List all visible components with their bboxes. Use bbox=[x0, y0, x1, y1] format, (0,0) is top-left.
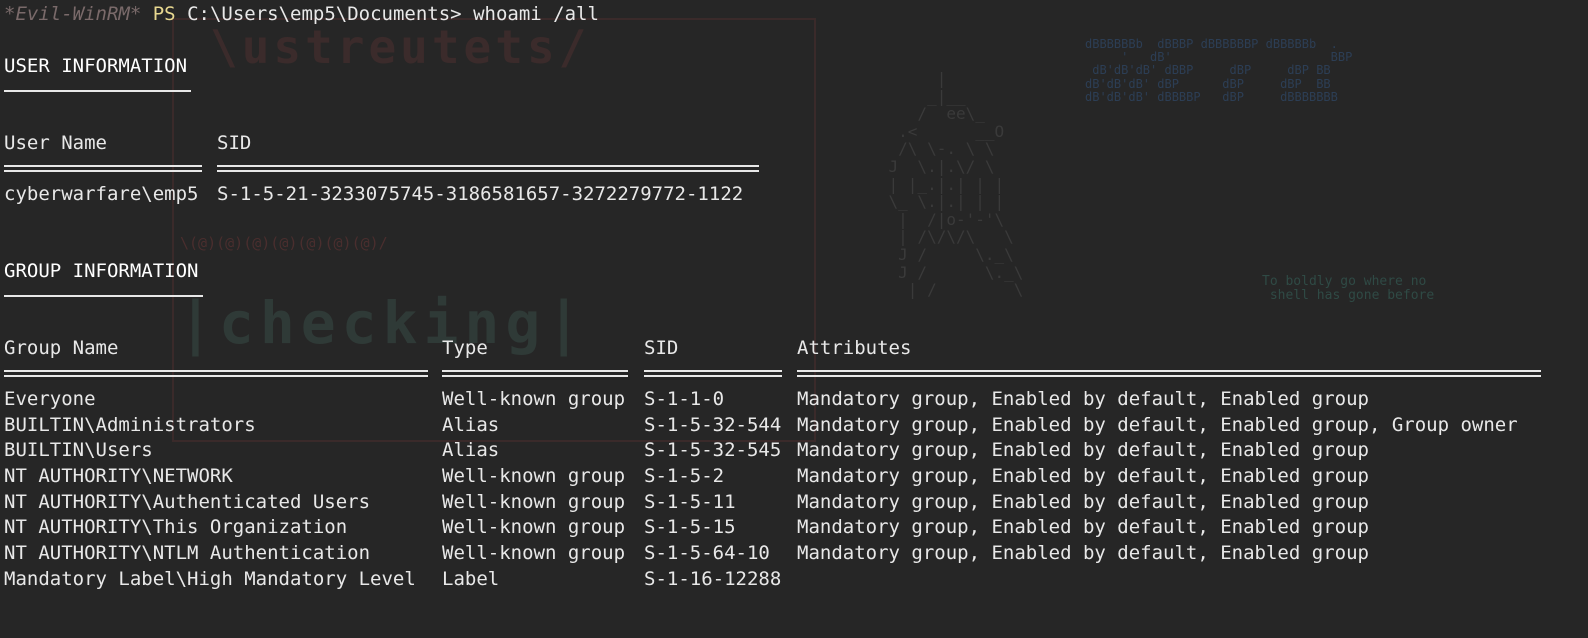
group-sid: S-1-16-12288 bbox=[644, 568, 782, 590]
group-sid: S-1-5-32-544 bbox=[644, 414, 782, 436]
group-sid: S-1-5-2 bbox=[644, 465, 725, 487]
group-name: NT AUTHORITY\Authenticated Users bbox=[4, 491, 371, 513]
group-info-title-underline bbox=[4, 295, 203, 297]
group-attributes: Mandatory group, Enabled by default, Ena… bbox=[797, 516, 1369, 538]
group-name: Mandatory Label\High Mandatory Level bbox=[4, 568, 416, 590]
group-table-header-type: Type bbox=[442, 337, 488, 359]
group-name: NT AUTHORITY\NTLM Authentication bbox=[4, 542, 371, 564]
group-sid: S-1-5-15 bbox=[644, 516, 736, 538]
wallpaper-banner-art: \ustreutets/ bbox=[210, 20, 591, 74]
user-table-header-username: User Name bbox=[4, 132, 107, 154]
group-name: NT AUTHORITY\NETWORK bbox=[4, 465, 233, 487]
wallpaper-frame bbox=[172, 18, 816, 442]
group-attributes: Mandatory group, Enabled by default, Ena… bbox=[797, 414, 1518, 436]
group-type: Alias bbox=[442, 414, 500, 436]
group-type: Well-known group bbox=[442, 516, 626, 538]
group-sid: S-1-5-32-545 bbox=[644, 439, 782, 461]
group-attributes: Mandatory group, Enabled by default, Ena… bbox=[797, 491, 1369, 513]
group-attributes: Mandatory group, Enabled by default, Ena… bbox=[797, 465, 1369, 487]
wallpaper-figure-art: | _|__ / ee\_ .< __O /\ \-. \ \ J \.|.\/… bbox=[888, 69, 1024, 300]
group-type: Well-known group bbox=[442, 491, 626, 513]
prompt-shell-name: *Evil-WinRM* bbox=[4, 3, 142, 25]
group-sid: S-1-5-64-10 bbox=[644, 542, 770, 564]
group-table-rule-attributes bbox=[797, 370, 1541, 377]
prompt-path: C:\Users\emp5\Documents> bbox=[187, 3, 462, 25]
group-table-rule-type bbox=[442, 370, 628, 377]
wallpaper-eyes-art: \(@)(@)(@)(@)(@)(@)(@)/ bbox=[180, 234, 388, 252]
wallpaper-logo-art: dBBBBBBb dBBBP dBBBBBBP dBBBBBb . ' dB' … bbox=[1085, 37, 1353, 104]
group-table-header-sid: SID bbox=[644, 337, 679, 359]
command-prompt-line: *Evil-WinRM* PS C:\Users\emp5\Documents>… bbox=[4, 1, 599, 27]
wallpaper-checking-art: |checking| bbox=[178, 289, 588, 357]
group-table-header-name: Group Name bbox=[4, 337, 119, 359]
group-table-rule-name bbox=[4, 370, 428, 377]
command-text: whoami /all bbox=[473, 3, 599, 25]
wallpaper-quote: To boldly go where no shell has gone bef… bbox=[1262, 274, 1435, 304]
group-table-header-attributes: Attributes bbox=[797, 337, 912, 359]
group-name: Everyone bbox=[4, 388, 96, 410]
group-type: Well-known group bbox=[442, 542, 626, 564]
prompt-ps-label: PS bbox=[152, 3, 176, 25]
user-table-rule-username bbox=[4, 165, 202, 172]
group-sid: S-1-1-0 bbox=[644, 388, 725, 410]
group-attributes: Mandatory group, Enabled by default, Ena… bbox=[797, 388, 1369, 410]
group-name: NT AUTHORITY\This Organization bbox=[4, 516, 348, 538]
group-type: Label bbox=[442, 568, 500, 590]
user-info-title-underline bbox=[4, 90, 191, 92]
group-type: Well-known group bbox=[442, 465, 626, 487]
group-table-rule-sid bbox=[644, 370, 782, 377]
group-info-title: GROUP INFORMATION bbox=[4, 260, 199, 282]
group-sid: S-1-5-11 bbox=[644, 491, 736, 513]
group-attributes: Mandatory group, Enabled by default, Ena… bbox=[797, 439, 1369, 461]
group-name: BUILTIN\Administrators bbox=[4, 414, 256, 436]
group-type: Well-known group bbox=[442, 388, 626, 410]
user-table-header-sid: SID bbox=[217, 132, 252, 154]
group-type: Alias bbox=[442, 439, 500, 461]
user-row-username: cyberwarfare\emp5 bbox=[4, 183, 199, 205]
user-info-title: USER INFORMATION bbox=[4, 55, 188, 77]
user-row-sid: S-1-5-21-3233075745-3186581657-327227977… bbox=[217, 183, 744, 205]
group-name: BUILTIN\Users bbox=[4, 439, 153, 461]
group-attributes: Mandatory group, Enabled by default, Ena… bbox=[797, 542, 1369, 564]
user-table-rule-sid bbox=[217, 165, 759, 172]
